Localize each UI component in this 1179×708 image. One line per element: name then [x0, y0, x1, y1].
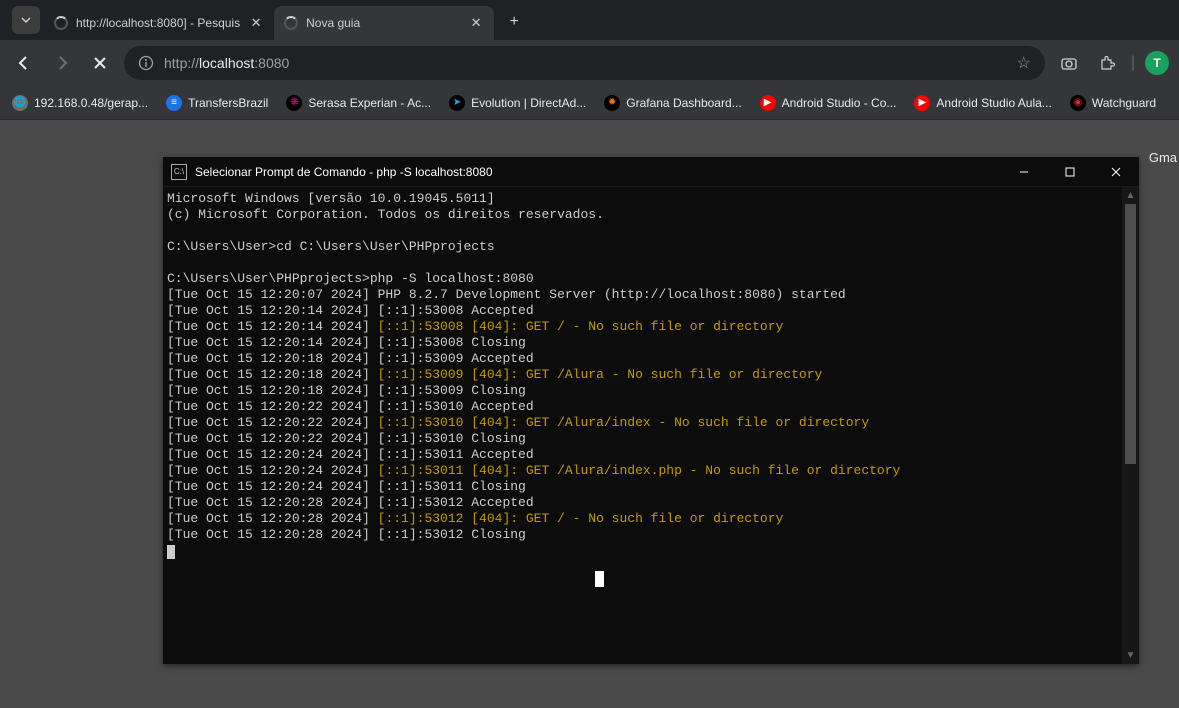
loading-spinner-icon: [284, 16, 298, 30]
close-icon: [93, 56, 107, 70]
bookmark-favicon-icon: ❋: [286, 95, 302, 111]
scroll-up-icon[interactable]: ▲: [1122, 187, 1139, 204]
loading-spinner-icon: [54, 16, 68, 30]
window-title: Selecionar Prompt de Comando - php -S lo…: [195, 165, 1001, 179]
close-icon: [1111, 167, 1121, 177]
scrollbar-thumb[interactable]: [1125, 204, 1136, 464]
toolbar-right-icons: | T: [1055, 49, 1169, 77]
maximize-button[interactable]: [1047, 157, 1093, 187]
bookmark-favicon-icon: ≡: [166, 95, 182, 111]
tab-close-button[interactable]: ✕: [248, 15, 264, 31]
bookmark-favicon-icon: ▶: [760, 95, 776, 111]
browser-tab[interactable]: Nova guia ✕: [274, 6, 494, 40]
cmd-icon: C:\: [171, 164, 187, 180]
bookmark-item[interactable]: ▶ Android Studio - Co...: [760, 95, 897, 111]
lens-button[interactable]: [1055, 49, 1083, 77]
terminal-output[interactable]: Microsoft Windows [versão 10.0.19045.501…: [163, 187, 1122, 664]
profile-avatar[interactable]: T: [1145, 51, 1169, 75]
back-button[interactable]: [10, 49, 38, 77]
bookmarks-bar: 🌐 192.168.0.48/gerap... ≡ TransfersBrazil ❋ S…: [0, 86, 1179, 120]
tab-search-button[interactable]: [12, 6, 40, 34]
chevron-down-icon: [20, 14, 32, 26]
bookmark-item[interactable]: ✹ Grafana Dashboard...: [604, 95, 741, 111]
minimize-button[interactable]: [1001, 157, 1047, 187]
selection-cursor: [595, 571, 604, 587]
extensions-button[interactable]: [1093, 49, 1121, 77]
window-controls: [1001, 157, 1139, 187]
bookmark-favicon-icon: ▶: [914, 95, 930, 111]
window-titlebar[interactable]: C:\ Selecionar Prompt de Comando - php -…: [163, 157, 1139, 187]
browser-tab-strip: http://localhost:8080] - Pesquis ✕ Nova …: [0, 0, 1179, 40]
bookmark-label: TransfersBrazil: [188, 96, 268, 110]
bookmark-item[interactable]: ◉ Watchguard: [1070, 95, 1156, 111]
bookmark-item[interactable]: ➤ Evolution | DirectAd...: [449, 95, 586, 111]
tab-title: Nova guia: [306, 16, 460, 30]
bookmark-label: Android Studio Aula...: [936, 96, 1051, 110]
tab-title: http://localhost:8080] - Pesquis: [76, 16, 240, 30]
gmail-link[interactable]: Gma: [1149, 150, 1179, 165]
window-close-button[interactable]: [1093, 157, 1139, 187]
site-info-icon[interactable]: [138, 55, 154, 71]
bookmark-label: Android Studio - Co...: [782, 96, 897, 110]
puzzle-icon: [1098, 54, 1116, 72]
maximize-icon: [1065, 167, 1075, 177]
bookmark-favicon-icon: ➤: [449, 95, 465, 111]
browser-toolbar: http://localhost:8080 ☆ | T: [0, 40, 1179, 86]
bookmark-item[interactable]: ≡ TransfersBrazil: [166, 95, 268, 111]
tab-close-button[interactable]: ✕: [468, 15, 484, 31]
page-content: Gma C:\ Selecionar Prompt de Comando - p…: [0, 120, 1179, 708]
command-prompt-window: C:\ Selecionar Prompt de Comando - php -…: [163, 157, 1139, 664]
forward-button[interactable]: [48, 49, 76, 77]
minimize-icon: [1019, 167, 1029, 177]
address-bar[interactable]: http://localhost:8080 ☆: [124, 46, 1045, 80]
arrow-right-icon: [53, 54, 71, 72]
bookmark-label: Watchguard: [1092, 96, 1156, 110]
browser-tab[interactable]: http://localhost:8080] - Pesquis ✕: [44, 6, 274, 40]
camera-icon: [1060, 54, 1078, 72]
bookmark-favicon-icon: 🌐: [12, 95, 28, 111]
terminal-scrollbar[interactable]: ▲ ▼: [1122, 187, 1139, 664]
scroll-down-icon[interactable]: ▼: [1122, 647, 1139, 664]
bookmark-favicon-icon: ✹: [604, 95, 620, 111]
stop-button[interactable]: [86, 49, 114, 77]
terminal-body: Microsoft Windows [versão 10.0.19045.501…: [163, 187, 1139, 664]
bookmark-label: Evolution | DirectAd...: [471, 96, 586, 110]
bookmark-label: Serasa Experian - Ac...: [308, 96, 431, 110]
bookmark-item[interactable]: ▶ Android Studio Aula...: [914, 95, 1051, 111]
bookmark-star-button[interactable]: ☆: [1017, 53, 1031, 73]
bookmark-item[interactable]: 🌐 192.168.0.48/gerap...: [12, 95, 148, 111]
bookmark-item[interactable]: ❋ Serasa Experian - Ac...: [286, 95, 431, 111]
arrow-left-icon: [15, 54, 33, 72]
bookmark-favicon-icon: ◉: [1070, 95, 1086, 111]
bookmark-label: Grafana Dashboard...: [626, 96, 741, 110]
new-tab-button[interactable]: +: [500, 8, 528, 36]
bookmark-label: 192.168.0.48/gerap...: [34, 96, 148, 110]
url-text: http://localhost:8080: [164, 55, 1007, 71]
